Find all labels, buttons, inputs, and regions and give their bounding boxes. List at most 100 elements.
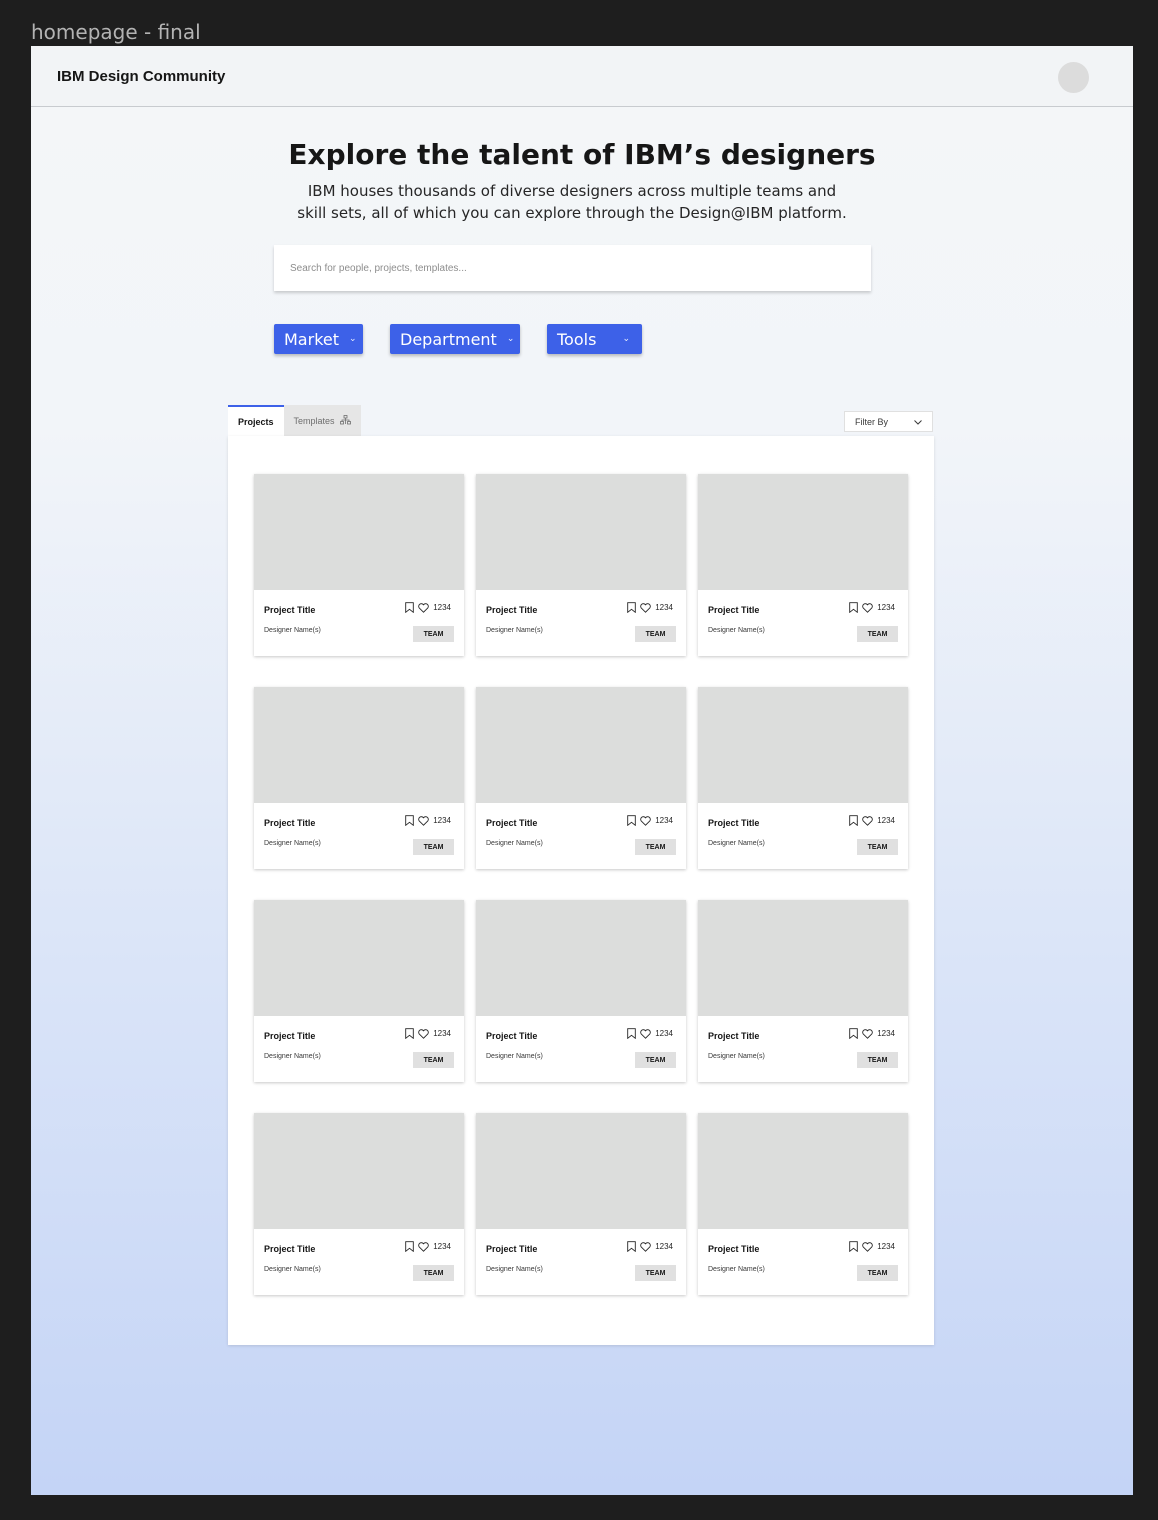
card-actions: 1234 bbox=[627, 815, 673, 826]
designer-names[interactable]: Designer Name(s) bbox=[486, 1266, 543, 1273]
like-count: 1234 bbox=[655, 603, 673, 612]
project-title[interactable]: Project Title bbox=[708, 1031, 759, 1041]
team-badge[interactable]: TEAM bbox=[635, 839, 676, 855]
tab-projects-label: Projects bbox=[238, 416, 274, 427]
project-card[interactable]: Project Title Designer Name(s) 1234 TEAM bbox=[476, 687, 686, 869]
project-thumbnail[interactable] bbox=[476, 900, 686, 1016]
project-thumbnail[interactable] bbox=[254, 687, 464, 803]
bookmark-icon[interactable] bbox=[627, 602, 636, 613]
card-actions: 1234 bbox=[849, 1241, 895, 1252]
team-badge[interactable]: TEAM bbox=[857, 626, 898, 642]
like-count: 1234 bbox=[655, 1029, 673, 1038]
project-thumbnail[interactable] bbox=[476, 687, 686, 803]
project-card[interactable]: Project Title Designer Name(s) 1234 TEAM bbox=[698, 900, 908, 1082]
project-card[interactable]: Project Title Designer Name(s) 1234 TEAM bbox=[254, 687, 464, 869]
team-badge[interactable]: TEAM bbox=[413, 839, 454, 855]
project-card[interactable]: Project Title Designer Name(s) 1234 TEAM bbox=[698, 687, 908, 869]
filter-by-dropdown[interactable]: Filter By bbox=[844, 411, 933, 432]
designer-names[interactable]: Designer Name(s) bbox=[708, 1053, 765, 1060]
project-card[interactable]: Project Title Designer Name(s) 1234 TEAM bbox=[254, 900, 464, 1082]
bookmark-icon[interactable] bbox=[405, 1028, 414, 1039]
designer-names[interactable]: Designer Name(s) bbox=[486, 627, 543, 634]
designer-names[interactable]: Designer Name(s) bbox=[708, 840, 765, 847]
team-badge[interactable]: TEAM bbox=[857, 1052, 898, 1068]
brand-name[interactable]: IBM Design Community bbox=[57, 68, 225, 85]
project-title[interactable]: Project Title bbox=[708, 1244, 759, 1254]
bookmark-icon[interactable] bbox=[849, 1028, 858, 1039]
project-card[interactable]: Project Title Designer Name(s) 1234 TEAM bbox=[476, 474, 686, 656]
project-card[interactable]: Project Title Designer Name(s) 1234 TEAM bbox=[698, 474, 908, 656]
tools-dropdown[interactable]: Tools ⌄ bbox=[547, 324, 642, 354]
bookmark-icon[interactable] bbox=[627, 1028, 636, 1039]
bookmark-icon[interactable] bbox=[627, 815, 636, 826]
bookmark-icon[interactable] bbox=[405, 602, 414, 613]
heart-icon[interactable] bbox=[640, 1241, 651, 1252]
designer-names[interactable]: Designer Name(s) bbox=[264, 627, 321, 634]
user-avatar[interactable] bbox=[1058, 62, 1089, 93]
heart-icon[interactable] bbox=[862, 815, 873, 826]
heart-icon[interactable] bbox=[418, 815, 429, 826]
department-dropdown[interactable]: Department ⌄ bbox=[390, 324, 520, 354]
project-thumbnail[interactable] bbox=[698, 474, 908, 590]
project-thumbnail[interactable] bbox=[476, 474, 686, 590]
project-card[interactable]: Project Title Designer Name(s) 1234 TEAM bbox=[254, 1113, 464, 1295]
project-card[interactable]: Project Title Designer Name(s) 1234 TEAM bbox=[254, 474, 464, 656]
project-title[interactable]: Project Title bbox=[486, 605, 537, 615]
project-title[interactable]: Project Title bbox=[708, 605, 759, 615]
project-thumbnail[interactable] bbox=[698, 900, 908, 1016]
heart-icon[interactable] bbox=[418, 602, 429, 613]
project-thumbnail[interactable] bbox=[476, 1113, 686, 1229]
designer-names[interactable]: Designer Name(s) bbox=[264, 1266, 321, 1273]
heart-icon[interactable] bbox=[418, 1241, 429, 1252]
project-title[interactable]: Project Title bbox=[264, 818, 315, 828]
project-thumbnail[interactable] bbox=[698, 1113, 908, 1229]
bookmark-icon[interactable] bbox=[849, 815, 858, 826]
team-badge[interactable]: TEAM bbox=[635, 1052, 676, 1068]
designer-names[interactable]: Designer Name(s) bbox=[486, 1053, 543, 1060]
heart-icon[interactable] bbox=[640, 1028, 651, 1039]
bookmark-icon[interactable] bbox=[405, 815, 414, 826]
designer-names[interactable]: Designer Name(s) bbox=[264, 840, 321, 847]
project-title[interactable]: Project Title bbox=[486, 1244, 537, 1254]
heart-icon[interactable] bbox=[640, 602, 651, 613]
project-title[interactable]: Project Title bbox=[264, 1244, 315, 1254]
project-title[interactable]: Project Title bbox=[486, 1031, 537, 1041]
project-title[interactable]: Project Title bbox=[264, 605, 315, 615]
heart-icon[interactable] bbox=[418, 1028, 429, 1039]
team-badge[interactable]: TEAM bbox=[857, 1265, 898, 1281]
team-badge[interactable]: TEAM bbox=[413, 1265, 454, 1281]
tab-projects[interactable]: Projects bbox=[228, 405, 284, 436]
designer-names[interactable]: Designer Name(s) bbox=[708, 627, 765, 634]
card-actions: 1234 bbox=[849, 602, 895, 613]
team-badge[interactable]: TEAM bbox=[857, 839, 898, 855]
team-badge[interactable]: TEAM bbox=[413, 1052, 454, 1068]
heart-icon[interactable] bbox=[862, 1241, 873, 1252]
heart-icon[interactable] bbox=[862, 602, 873, 613]
team-badge[interactable]: TEAM bbox=[635, 1265, 676, 1281]
bookmark-icon[interactable] bbox=[627, 1241, 636, 1252]
project-card[interactable]: Project Title Designer Name(s) 1234 TEAM bbox=[698, 1113, 908, 1295]
project-card[interactable]: Project Title Designer Name(s) 1234 TEAM bbox=[476, 1113, 686, 1295]
bookmark-icon[interactable] bbox=[849, 602, 858, 613]
tab-templates[interactable]: Templates bbox=[283, 405, 361, 436]
search-input[interactable] bbox=[274, 245, 871, 291]
bookmark-icon[interactable] bbox=[405, 1241, 414, 1252]
project-thumbnail[interactable] bbox=[254, 474, 464, 590]
card-actions: 1234 bbox=[627, 1241, 673, 1252]
heart-icon[interactable] bbox=[640, 815, 651, 826]
team-badge[interactable]: TEAM bbox=[635, 626, 676, 642]
project-title[interactable]: Project Title bbox=[486, 818, 537, 828]
designer-names[interactable]: Designer Name(s) bbox=[486, 840, 543, 847]
bookmark-icon[interactable] bbox=[849, 1241, 858, 1252]
project-thumbnail[interactable] bbox=[698, 687, 908, 803]
market-dropdown[interactable]: Market ⌄ bbox=[274, 324, 363, 354]
project-thumbnail[interactable] bbox=[254, 900, 464, 1016]
project-thumbnail[interactable] bbox=[254, 1113, 464, 1229]
project-title[interactable]: Project Title bbox=[264, 1031, 315, 1041]
project-title[interactable]: Project Title bbox=[708, 818, 759, 828]
project-card[interactable]: Project Title Designer Name(s) 1234 TEAM bbox=[476, 900, 686, 1082]
team-badge[interactable]: TEAM bbox=[413, 626, 454, 642]
designer-names[interactable]: Designer Name(s) bbox=[708, 1266, 765, 1273]
heart-icon[interactable] bbox=[862, 1028, 873, 1039]
designer-names[interactable]: Designer Name(s) bbox=[264, 1053, 321, 1060]
